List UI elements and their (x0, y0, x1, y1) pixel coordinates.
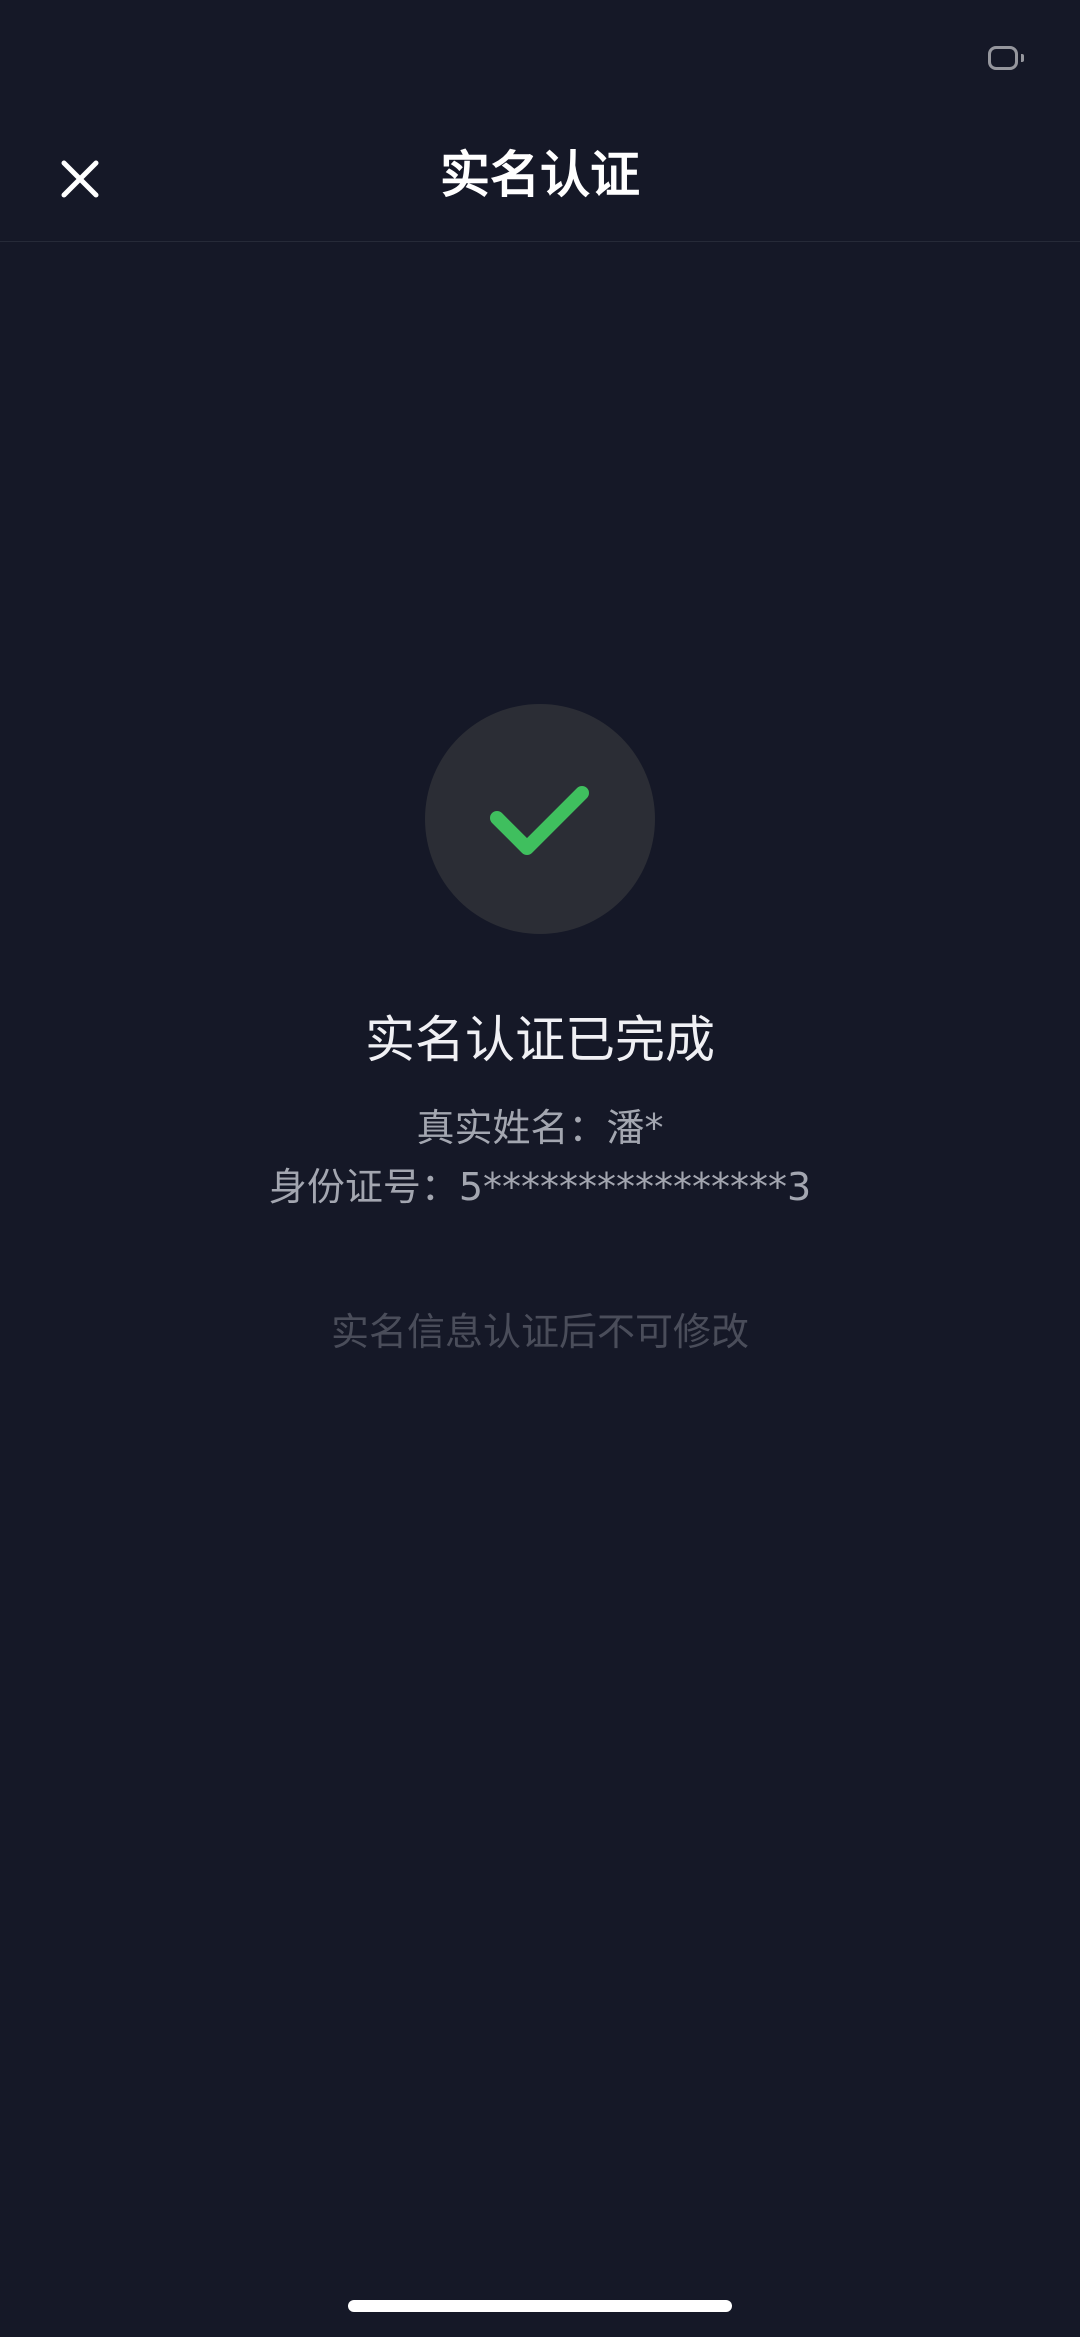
id-number-value: 5****************3 (458, 1165, 812, 1209)
status-bar (0, 0, 1080, 120)
battery-icon (988, 46, 1018, 70)
success-badge (425, 704, 655, 934)
real-name-label: 真实姓名： (416, 1106, 607, 1150)
battery-tip (1021, 54, 1024, 62)
id-number-row: 身份证号：5****************3 (0, 1161, 1080, 1213)
immutable-note: 实名信息认证后不可修改 (330, 1310, 749, 1354)
real-name-row: 真实姓名：潘* (0, 1102, 1080, 1154)
id-number-label: 身份证号： (268, 1165, 459, 1209)
page-title: 实名认证 (440, 146, 640, 204)
verification-screen: 实名认证 实名认证已完成 真实姓名：潘* 身份证号：5*************… (0, 0, 1080, 2337)
success-title: 实名认证已完成 (365, 1011, 715, 1069)
navigation-bar: 实名认证 (0, 120, 1080, 242)
real-name-value: 潘* (606, 1106, 664, 1150)
checkmark-icon (490, 786, 589, 855)
home-indicator[interactable] (348, 2300, 732, 2312)
